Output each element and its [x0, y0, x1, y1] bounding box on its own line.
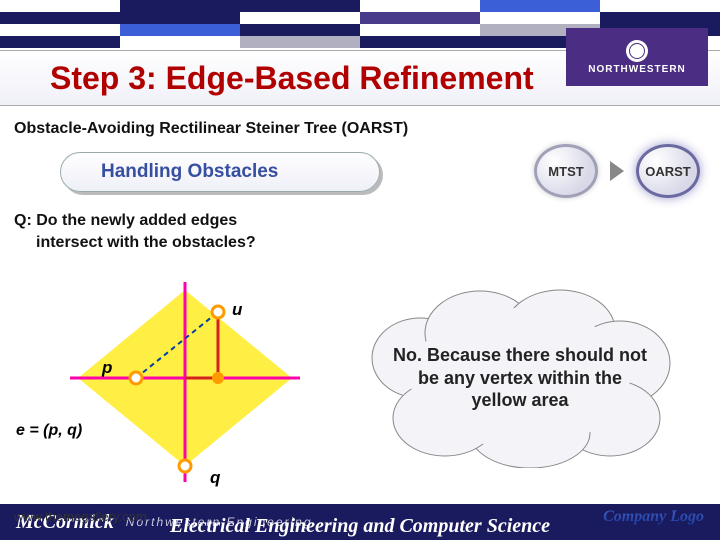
- question-text: Q: Do the newly added edges intersect wi…: [14, 210, 256, 253]
- footer-department: Electrical Engineering and Computer Scie…: [170, 515, 550, 538]
- stage-mtst: MTST: [534, 144, 598, 198]
- geometry-diagram: u p q e = (p, q): [70, 282, 300, 482]
- slide-subtitle: Obstacle-Avoiding Rectilinear Steiner Tr…: [14, 120, 408, 138]
- stage-breadcrumb: MTST OARST: [534, 144, 700, 198]
- slide-title: Step 3: Edge-Based Refinement: [50, 60, 534, 97]
- question-line2: intersect with the obstacles?: [14, 232, 256, 254]
- university-seal-icon: [626, 40, 648, 62]
- answer-callout: No. Because there should not be any vert…: [360, 288, 680, 468]
- question-line1: Q: Do the newly added edges: [14, 210, 256, 232]
- chevron-right-icon: [610, 161, 624, 181]
- source-url-link[interactable]: www.themegallery.com: [14, 509, 147, 524]
- label-e: e = (p, q): [16, 422, 82, 440]
- label-p: p: [102, 358, 112, 378]
- section-heading: Handling Obstacles: [60, 152, 380, 192]
- northwestern-logo: NORTHWESTERN: [566, 28, 708, 86]
- label-u: u: [232, 300, 242, 320]
- company-logo-placeholder: Company Logo: [603, 508, 704, 526]
- logo-text: NORTHWESTERN: [588, 64, 686, 75]
- answer-text: No. Because there should not be any vert…: [360, 288, 680, 468]
- stage-oarst: OARST: [636, 144, 700, 198]
- label-q: q: [210, 468, 220, 488]
